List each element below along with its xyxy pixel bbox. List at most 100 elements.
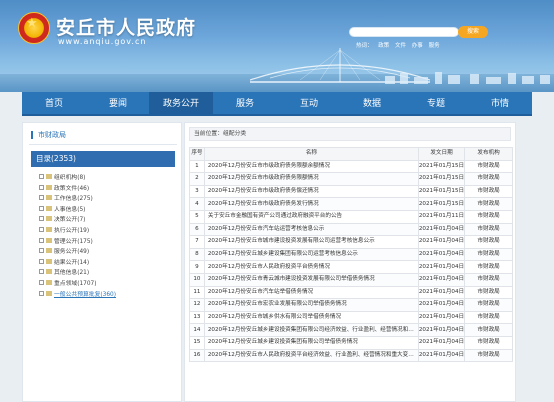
- folder-icon: [46, 280, 52, 285]
- row-number: 16: [189, 348, 205, 363]
- sidebar-item[interactable]: 执行公开(19): [39, 226, 89, 236]
- table-row: 5 关于安丘市金融国有资产公司通过政府融资平台的公告 2021年01月11日 市财政局: [189, 209, 513, 224]
- nav-home[interactable]: 首页: [22, 92, 86, 116]
- document-title-link[interactable]: 2020年12月份安丘市市级政府债务发行情况: [203, 197, 419, 211]
- publish-date: 2021年01月04日: [417, 335, 466, 350]
- sidebar-item[interactable]: 组织机构(8): [39, 173, 85, 183]
- document-title-link[interactable]: 2020年12月份安丘市城市建设投资发展有限公司运营考核信息公示: [203, 235, 419, 249]
- expand-toggle-icon[interactable]: [39, 184, 44, 190]
- sidebar-item-label[interactable]: 重点领域(1707): [54, 281, 96, 287]
- document-title-link[interactable]: 2020年12月份安丘市市级政府债务限额情况: [203, 172, 419, 186]
- publishing-org: 市财政局: [464, 298, 513, 312]
- nav-topics[interactable]: 专题: [404, 92, 468, 116]
- search-input[interactable]: [349, 27, 459, 37]
- publish-date: 2021年01月15日: [417, 172, 466, 186]
- nav-interaction[interactable]: 互动: [277, 92, 341, 116]
- expand-toggle-icon[interactable]: [39, 258, 44, 264]
- hot-word-link[interactable]: 服务: [429, 43, 440, 49]
- sidebar-item-label[interactable]: 政策文件(46): [54, 186, 89, 192]
- document-title-link[interactable]: 2020年12月份安丘市城乡供水有限公司举借债务情况: [203, 310, 419, 325]
- hot-word-link[interactable]: 政策: [378, 43, 389, 49]
- folder-icon: [46, 290, 52, 296]
- expand-toggle-icon[interactable]: [39, 227, 44, 232]
- row-number: 7: [189, 235, 205, 249]
- site-title[interactable]: 安丘市人民政府: [56, 13, 196, 40]
- document-title-link[interactable]: 2020年12月份安丘市人民政府投资平台经济效益、行业盈利、经营情况和重大变化事…: [203, 348, 419, 363]
- publish-date: 2021年01月04日: [417, 310, 466, 325]
- sidebar-item-label[interactable]: 一般公共预算批复(360): [54, 292, 116, 298]
- row-number: 12: [189, 298, 205, 312]
- sidebar-item-label[interactable]: 工作信息(275): [54, 196, 93, 202]
- row-number: 3: [189, 184, 205, 199]
- sidebar-item[interactable]: 一般公共预算批复(360): [39, 290, 116, 300]
- row-number: 11: [189, 285, 205, 300]
- document-title-link[interactable]: 2020年12月份安丘市市级政府债务限额余额情况: [203, 159, 419, 174]
- nav-news[interactable]: 要闻: [86, 92, 150, 116]
- nav-services[interactable]: 服务: [213, 92, 277, 116]
- sidebar-item[interactable]: 工作信息(275): [39, 194, 93, 204]
- publishing-org: 市财政局: [464, 235, 513, 249]
- document-title-link[interactable]: 2020年12月份安丘市汽车站举借债务情况: [203, 285, 419, 300]
- expand-toggle-icon[interactable]: [39, 195, 44, 201]
- nav-city-info[interactable]: 市情: [468, 92, 532, 116]
- sidebar-item-label[interactable]: 服务公开(49): [54, 249, 89, 255]
- document-title-link[interactable]: 2020年12月份安丘城乡建设投资集团有限公司经济效益、行业盈利、经营情况和重.…: [203, 323, 419, 337]
- sidebar-item[interactable]: 重点领域(1707): [39, 279, 96, 289]
- expand-toggle-icon[interactable]: [39, 174, 44, 179]
- expand-toggle-icon[interactable]: [39, 205, 44, 211]
- sidebar-item[interactable]: 服务公开(49): [39, 247, 89, 257]
- sidebar-item[interactable]: 政策文件(46): [39, 184, 89, 194]
- document-title-link[interactable]: 2020年12月份安丘城乡建设投资集团有限公司举借债务情况: [203, 335, 419, 350]
- publishing-org: 市财政局: [464, 209, 513, 224]
- row-number: 5: [189, 209, 205, 224]
- publishing-org: 市财政局: [464, 348, 513, 363]
- search-button[interactable]: 搜索: [458, 26, 488, 38]
- publish-date: 2021年01月04日: [417, 272, 466, 287]
- table-row: 9 2020年12月份安丘市人民政府投资平台债务情况 2021年01月04日 市财政局: [189, 260, 513, 274]
- city-skyline-illustration: [385, 72, 550, 84]
- document-title-link[interactable]: 关于安丘市金融国有资产公司通过政府融资平台的公告: [203, 209, 419, 224]
- folder-icon: [46, 237, 52, 243]
- sidebar-item-label[interactable]: 管理公开(175): [54, 239, 93, 245]
- row-number: 1: [189, 159, 205, 174]
- expand-toggle-icon[interactable]: [39, 280, 44, 285]
- table-row: 1 2020年12月份安丘市市级政府债务限额余额情况 2021年01月15日 市财政局: [189, 159, 513, 174]
- publish-date: 2021年01月04日: [417, 222, 466, 237]
- sidebar-item-label[interactable]: 决策公开(7): [54, 217, 85, 223]
- document-title-link[interactable]: 2020年12月份安丘市汽车站运营考核信息公示: [203, 222, 419, 237]
- publish-date: 2021年01月04日: [417, 235, 466, 249]
- document-title-link[interactable]: 2020年12月份安丘城乡建设集团有限公司运营考核信息公示: [203, 247, 419, 262]
- sidebar-item-label[interactable]: 其他信息(21): [54, 270, 89, 276]
- nav-data[interactable]: 数据: [340, 92, 404, 116]
- table-row: 16 2020年12月份安丘市人民政府投资平台经济效益、行业盈利、经营情况和重大变…: [189, 348, 513, 363]
- hot-word-link[interactable]: 文件: [395, 43, 406, 49]
- sidebar-item[interactable]: 决策公开(7): [39, 215, 85, 225]
- document-title-link[interactable]: 2020年12月份安丘市青云城市建设投资发展有限公司举借债务情况: [203, 272, 419, 287]
- sidebar-item[interactable]: 人事信息(5): [39, 205, 85, 215]
- sidebar-item[interactable]: 结果公开(14): [39, 258, 89, 268]
- sidebar-item-label[interactable]: 执行公开(19): [54, 228, 89, 234]
- folder-icon: [46, 227, 52, 232]
- document-title-link[interactable]: 2020年12月份安丘市人民政府投资平台债务情况: [203, 260, 419, 274]
- sidebar-item-label[interactable]: 人事信息(5): [54, 207, 85, 213]
- document-title-link[interactable]: 2020年12月份安丘市市级政府债务偿还情况: [203, 184, 419, 199]
- publish-date: 2021年01月04日: [417, 247, 466, 262]
- emblem-star-icon: ★: [26, 16, 38, 31]
- publish-date: 2021年01月04日: [417, 298, 466, 312]
- expand-toggle-icon[interactable]: [39, 290, 44, 296]
- nav-gov-affairs[interactable]: 政务公开: [149, 92, 213, 116]
- directory-header[interactable]: 目录(2353): [31, 151, 175, 167]
- expand-toggle-icon[interactable]: [39, 237, 44, 243]
- document-title-link[interactable]: 2020年12月份安丘市宏农业发展有限公司举借债务情况: [203, 298, 419, 312]
- expand-toggle-icon[interactable]: [39, 216, 44, 222]
- row-number: 6: [189, 222, 205, 237]
- sidebar-item-label[interactable]: 组织机构(8): [54, 175, 85, 181]
- expand-toggle-icon[interactable]: [39, 248, 44, 254]
- expand-toggle-icon[interactable]: [39, 269, 44, 275]
- sidebar-item-label[interactable]: 结果公开(14): [54, 260, 89, 266]
- sidebar-item[interactable]: 管理公开(175): [39, 237, 93, 247]
- sidebar-item[interactable]: 其他信息(21): [39, 268, 89, 278]
- publishing-org: 市财政局: [464, 172, 513, 186]
- publishing-org: 市财政局: [464, 272, 513, 287]
- hot-word-link[interactable]: 办事: [412, 43, 423, 49]
